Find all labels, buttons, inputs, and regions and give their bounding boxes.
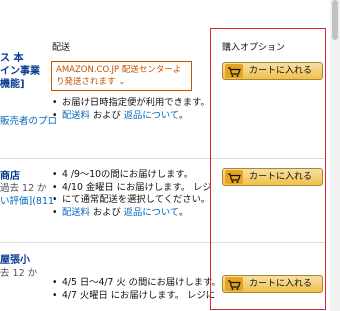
seller-name-line[interactable]: 機能] (0, 78, 25, 91)
seller-rating-line: 去 12 か (0, 268, 38, 279)
fulfillment-badge[interactable]: AMAZON.CO.JP 配送センターより発送されます ⌄ (51, 61, 192, 91)
conjunction-text: および (89, 109, 124, 121)
seller-rating-line: 過去 12 か (0, 183, 47, 194)
seller-name-line[interactable]: イン事業 (0, 65, 40, 78)
returns-link[interactable]: 返品について (124, 207, 179, 218)
conjunction-text: および (89, 206, 124, 218)
delivery-info-continued: にて通常配送を選択してください。 (62, 194, 211, 205)
seller-profile-link[interactable]: 販売者のプロ (0, 116, 57, 128)
seller-name-line[interactable]: ス 本 (0, 52, 23, 65)
seller-name-line[interactable]: 商店 (0, 170, 20, 183)
shipping-fee-link[interactable]: 配送料 (62, 110, 90, 121)
period-text: 。 (178, 109, 189, 121)
scrollbar-thumb[interactable] (332, 0, 338, 40)
seller-rating-link[interactable]: い評価](811 (0, 196, 54, 208)
delivery-info: 4/5 日〜4/7 火 の間にお届けします。 (52, 277, 221, 290)
returns-link[interactable]: 返品について (124, 110, 179, 121)
delivery-info: 4/10 金曜日 にお届けします。 レジ (52, 182, 212, 195)
delivery-info: 4 /9〜10の間にお届けします。 (52, 169, 212, 182)
shipping-returns-line: 配送料 および 返品について。 (52, 110, 210, 123)
shipping-returns-line: 配送料 および 返品について。 (52, 207, 212, 220)
delivery-bullets: お届け日時指定便が利用できます。 配送料 および 返品について。 (52, 97, 210, 122)
scrollbar[interactable] (330, 0, 340, 311)
delivery-info: にて通常配送を選択してください。 (52, 194, 212, 207)
delivery-info: 4/7 火曜日 にお届けします。 レジに (52, 290, 221, 303)
seller-name-line[interactable]: 屋張小 (0, 254, 30, 267)
period-text: 。 (178, 206, 189, 218)
delivery-info: お届け日時指定便が利用できます。 (52, 97, 210, 110)
delivery-bullets: 4/5 日〜4/7 火 の間にお届けします。 4/7 火曜日 にお届けします。 … (52, 277, 221, 302)
delivery-column-header: 配送 (52, 43, 71, 53)
delivery-bullets: 4 /9〜10の間にお届けします。 4/10 金曜日 にお届けします。 レジ に… (52, 169, 212, 219)
shipping-fee-link[interactable]: 配送料 (62, 207, 90, 218)
highlight-box (210, 28, 326, 310)
